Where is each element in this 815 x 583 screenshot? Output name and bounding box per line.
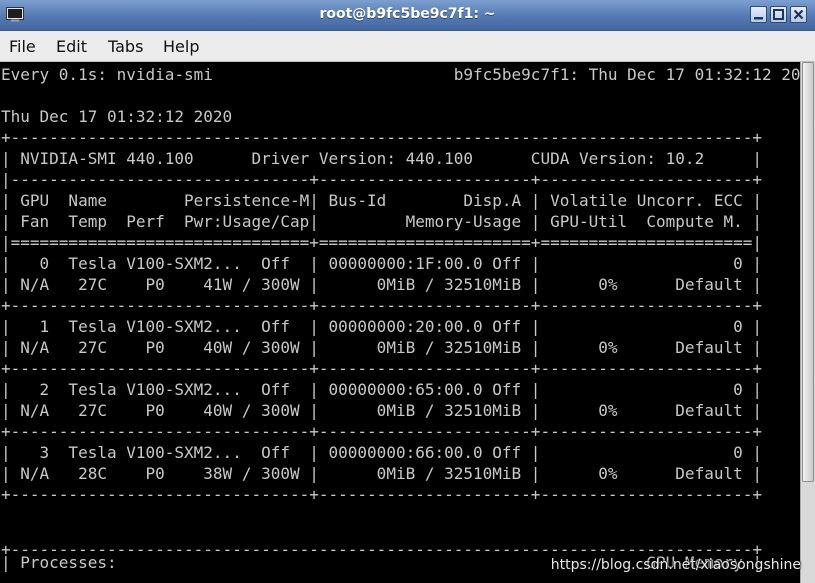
- terminal-line: | 1 Tesla V100-SXM2... Off | 00000000:20…: [1, 317, 762, 336]
- menu-bar: File Edit Tabs Help: [0, 31, 815, 62]
- terminal-line: +---------------------------------------…: [1, 128, 762, 147]
- terminal-line: +-------------------------------+-------…: [1, 296, 762, 315]
- terminal-line: +-------------------------------+-------…: [1, 485, 762, 504]
- scrollbar-thumb[interactable]: [802, 62, 814, 482]
- minimize-icon: [751, 7, 766, 22]
- terminal-line: | 0 Tesla V100-SXM2... Off | 00000000:1F…: [1, 254, 762, 273]
- terminal-line: | NVIDIA-SMI 440.100 Driver Version: 440…: [1, 149, 762, 168]
- menu-file[interactable]: File: [9, 37, 36, 56]
- terminal-line: | 3 Tesla V100-SXM2... Off | 00000000:66…: [1, 443, 762, 462]
- terminal-line: | GPU Name Persistence-M| Bus-Id Disp.A …: [1, 191, 762, 210]
- terminal-line: | N/A 27C P0 40W / 300W | 0MiB / 32510Mi…: [1, 401, 762, 420]
- terminal-line: | N/A 27C P0 40W / 300W | 0MiB / 32510Mi…: [1, 338, 762, 357]
- minimize-button[interactable]: [750, 6, 767, 23]
- terminal-line: |-------------------------------+-------…: [1, 170, 762, 189]
- terminal-line: Thu Dec 17 01:32:12 2020: [1, 107, 233, 126]
- menu-tabs[interactable]: Tabs: [108, 37, 143, 56]
- terminal-line: Every 0.1s: nvidia-smi b9fc5be9c7f1: Thu…: [1, 65, 800, 84]
- close-button[interactable]: [790, 6, 807, 23]
- maximize-icon: [771, 7, 786, 22]
- terminal-line: |===============================+=======…: [1, 233, 762, 252]
- close-icon: [791, 7, 806, 22]
- window-title: root@b9fc5be9c7f1: ~: [319, 6, 496, 22]
- terminal-line: | N/A 27C P0 41W / 300W | 0MiB / 32510Mi…: [1, 275, 762, 294]
- terminal-line: | N/A 28C P0 38W / 300W | 0MiB / 32510Mi…: [1, 464, 762, 483]
- maximize-button[interactable]: [770, 6, 787, 23]
- menu-edit[interactable]: Edit: [56, 37, 87, 56]
- terminal-line: +-------------------------------+-------…: [1, 359, 762, 378]
- terminal-line: | Fan Temp Perf Pwr:Usage/Cap| Memory-Us…: [1, 212, 762, 231]
- window-titlebar[interactable]: root@b9fc5be9c7f1: ~: [0, 0, 815, 31]
- watermark-text: https://blog.csdn.net/xiaosongshine: [550, 557, 801, 573]
- terminal-scrollbar[interactable]: [800, 62, 815, 583]
- terminal-line: +-------------------------------+-------…: [1, 422, 762, 441]
- terminal-output[interactable]: Every 0.1s: nvidia-smi b9fc5be9c7f1: Thu…: [0, 62, 800, 583]
- menu-help[interactable]: Help: [163, 37, 199, 56]
- terminal-line: | 2 Tesla V100-SXM2... Off | 00000000:65…: [1, 380, 762, 399]
